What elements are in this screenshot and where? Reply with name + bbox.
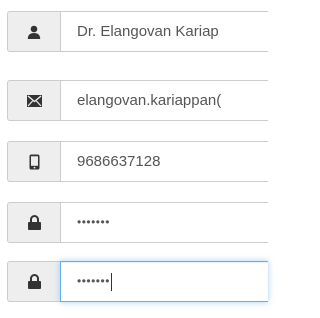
phone-input-group: 9686637128 xyxy=(7,141,268,182)
name-value: Dr. Elangovan Kariap xyxy=(77,23,219,40)
lock-icon xyxy=(27,215,41,230)
email-input-group: elangovan.kariappan( xyxy=(7,80,268,121)
registration-form: Dr. Elangovan Kariap elangovan.kariappan… xyxy=(0,0,268,318)
email-addon xyxy=(7,80,60,121)
password-input-group: ••••••• xyxy=(7,202,268,243)
phone-value: 9686637128 xyxy=(77,153,161,170)
phone-addon xyxy=(7,141,60,182)
confirm-password-value: ••••••• xyxy=(77,273,110,288)
name-addon xyxy=(7,11,60,52)
lock-icon xyxy=(27,274,41,289)
email-field[interactable]: elangovan.kariappan( xyxy=(60,80,268,121)
email-value: elangovan.kariappan( xyxy=(77,92,222,109)
phone-field[interactable]: 9686637128 xyxy=(60,141,268,182)
confirm-password-field[interactable]: ••••••• xyxy=(60,261,268,302)
confirm-password-addon xyxy=(7,261,60,302)
password-addon xyxy=(7,202,60,243)
confirm-password-input-group: ••••••• xyxy=(7,261,268,302)
mobile-phone-icon xyxy=(29,154,40,170)
text-caret xyxy=(110,272,112,291)
name-field[interactable]: Dr. Elangovan Kariap xyxy=(60,11,268,52)
password-field[interactable]: ••••••• xyxy=(60,202,268,243)
envelope-icon xyxy=(26,94,42,107)
name-input-group: Dr. Elangovan Kariap xyxy=(7,11,268,52)
user-icon xyxy=(27,25,41,39)
password-value: ••••••• xyxy=(77,214,110,229)
